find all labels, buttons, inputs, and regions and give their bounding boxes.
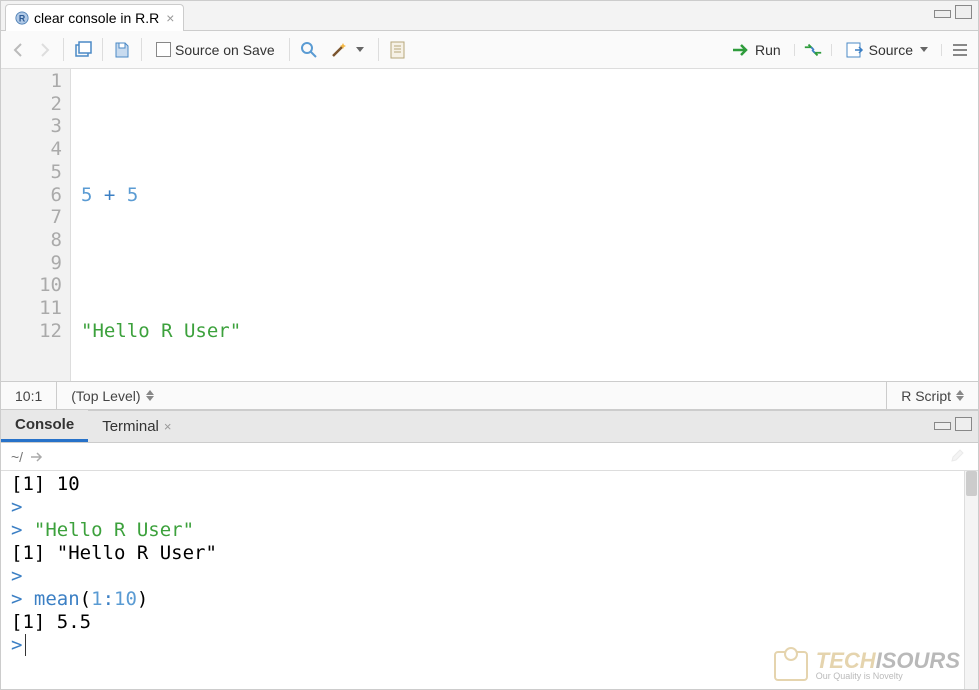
line-number: 4: [1, 138, 62, 161]
run-arrow-icon: [731, 40, 751, 60]
editor-tab-bar: R clear console in R.R ×: [1, 1, 978, 31]
tab-console[interactable]: Console: [1, 410, 88, 442]
line-number: 12: [1, 320, 62, 343]
go-to-directory-icon[interactable]: [29, 451, 45, 463]
svg-text:R: R: [19, 13, 26, 23]
chevron-up-icon: [146, 390, 154, 395]
code-line: "Hello R User": [81, 320, 978, 343]
language-selector[interactable]: R Script: [886, 382, 978, 409]
scrollbar-thumb[interactable]: [966, 471, 977, 496]
console-path-bar: ~/: [1, 443, 978, 471]
source-on-save-checkbox[interactable]: Source on Save: [151, 39, 280, 61]
source-button[interactable]: Source: [840, 37, 933, 63]
forward-icon[interactable]: [34, 40, 54, 60]
scope-selector[interactable]: (Top Level): [57, 388, 886, 404]
wand-icon: [329, 40, 349, 60]
console-line: [1] 10: [11, 473, 968, 496]
console-line: >: [11, 565, 968, 588]
code-line: 5 + 5: [81, 184, 978, 207]
console-line: >: [11, 496, 968, 519]
chevron-down-icon: [920, 47, 928, 52]
chevron-down-icon: [146, 396, 154, 401]
console-tab-bar: Console Terminal ×: [1, 411, 978, 443]
code-content[interactable]: 5 + 5 "Hello R User" mean(1:10) cat("\01…: [71, 69, 978, 381]
line-number: 5: [1, 161, 62, 184]
line-number: 1: [1, 70, 62, 93]
find-icon[interactable]: [299, 40, 319, 60]
console-line: > mean(1:10): [11, 588, 968, 611]
chevron-up-icon: [956, 390, 964, 395]
console-pane: Console Terminal × ~/ [1] 10 > > "Hello …: [1, 411, 978, 689]
console-scrollbar[interactable]: [964, 471, 978, 689]
line-number: 6: [1, 184, 62, 207]
line-number: 9: [1, 252, 62, 275]
source-on-save-label: Source on Save: [175, 42, 275, 58]
editor-toolbar: Source on Save Run: [1, 31, 978, 69]
show-in-new-window-icon[interactable]: [73, 40, 93, 60]
back-icon[interactable]: [9, 40, 29, 60]
pane-window-controls: [934, 7, 972, 19]
watermark-sub: Our Quality is Novelty: [816, 672, 960, 681]
outline-icon[interactable]: [950, 40, 970, 60]
tab-console-label: Console: [15, 416, 74, 433]
run-button[interactable]: Run: [726, 37, 786, 63]
code-tools-button[interactable]: [324, 37, 369, 63]
language-label: R Script: [901, 388, 951, 404]
console-line: > "Hello R User": [11, 519, 968, 542]
chevron-down-icon: [956, 396, 964, 401]
file-tab-title: clear console in R.R: [34, 10, 159, 26]
compile-report-icon[interactable]: [388, 40, 408, 60]
chevron-down-icon: [356, 47, 364, 52]
close-tab-icon[interactable]: ×: [164, 419, 172, 434]
cursor-position: 10:1: [1, 382, 57, 409]
source-label: Source: [869, 42, 913, 58]
code-line: [81, 252, 978, 275]
checkbox-icon: [156, 42, 171, 57]
code-line: [81, 115, 978, 138]
rerun-icon[interactable]: [803, 40, 823, 60]
line-gutter: 1 2 3 4 5 6 7 8 9 10 11 12: [1, 69, 71, 381]
working-directory: ~/: [11, 449, 23, 465]
maximize-pane-icon[interactable]: [955, 5, 972, 19]
console-line: [1] "Hello R User": [11, 542, 968, 565]
editor-status-bar: 10:1 (Top Level) R Script: [1, 381, 978, 409]
editor-pane: R clear console in R.R × Source on Save: [1, 1, 978, 411]
pane-window-controls: [934, 419, 972, 431]
tab-terminal-label: Terminal: [102, 418, 159, 435]
line-number: 8: [1, 229, 62, 252]
minimize-pane-icon[interactable]: [934, 10, 951, 18]
source-icon: [845, 40, 865, 60]
close-tab-icon[interactable]: ×: [166, 10, 174, 26]
file-tab[interactable]: R clear console in R.R ×: [5, 4, 184, 31]
line-number: 2: [1, 93, 62, 116]
line-number: 10: [1, 274, 62, 297]
minimize-pane-icon[interactable]: [934, 422, 951, 430]
maximize-pane-icon[interactable]: [955, 417, 972, 431]
save-icon[interactable]: [112, 40, 132, 60]
line-number: 3: [1, 115, 62, 138]
console-line: [1] 5.5: [11, 611, 968, 634]
line-number: 7: [1, 206, 62, 229]
console-line: >: [11, 634, 968, 657]
code-editor[interactable]: 1 2 3 4 5 6 7 8 9 10 11 12 5 + 5 "Hello …: [1, 69, 978, 381]
tab-terminal[interactable]: Terminal ×: [88, 410, 185, 442]
r-file-icon: R: [15, 11, 29, 25]
clear-console-icon[interactable]: [948, 448, 966, 466]
console-output[interactable]: [1] 10 > > "Hello R User" [1] "Hello R U…: [1, 471, 978, 689]
run-label: Run: [755, 42, 781, 58]
scope-label: (Top Level): [71, 388, 140, 404]
line-number: 11: [1, 297, 62, 320]
